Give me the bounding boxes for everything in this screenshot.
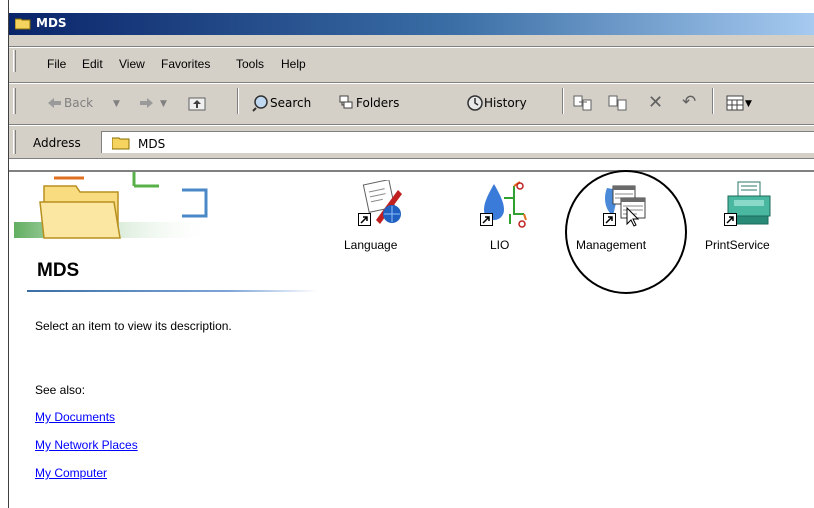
menubar-separator <box>9 46 814 48</box>
menu-file[interactable]: File <box>47 57 66 71</box>
folders-button[interactable]: Folders <box>356 96 399 110</box>
printer-shortcut-icon[interactable] <box>724 180 772 230</box>
search-button[interactable]: Search <box>270 96 311 110</box>
menu-favorites[interactable]: Favorites <box>161 57 210 71</box>
link-my-network-places[interactable]: My Network Places <box>35 438 138 452</box>
back-button[interactable]: Back <box>64 96 93 110</box>
link-my-documents[interactable]: My Documents <box>35 410 115 424</box>
address-field[interactable]: MDS <box>101 131 814 153</box>
toolbar-grip[interactable] <box>13 88 16 114</box>
addressbar-grip[interactable] <box>13 130 16 154</box>
title-bar[interactable]: MDS <box>9 13 814 35</box>
menu-help[interactable]: Help <box>281 57 306 71</box>
menu-tools[interactable]: Tools <box>236 57 264 71</box>
search-icon <box>252 95 268 112</box>
toolbar-divider <box>562 88 564 114</box>
delete-icon[interactable]: ✕ <box>648 92 663 113</box>
menu-edit[interactable]: Edit <box>82 57 103 71</box>
forward-arrow-icon[interactable] <box>139 97 153 109</box>
file-label-language[interactable]: Language <box>344 238 397 252</box>
menubar-grip[interactable] <box>13 50 16 72</box>
folders-icon <box>339 95 353 109</box>
toolbar-divider <box>712 88 714 114</box>
toolbar-separator <box>9 82 814 84</box>
views-icon[interactable] <box>726 95 744 111</box>
undo-icon[interactable]: ↶ <box>682 92 696 112</box>
folder-icon <box>15 18 31 30</box>
lio-shortcut-icon[interactable] <box>480 180 528 230</box>
link-my-computer[interactable]: My Computer <box>35 466 107 480</box>
highlight-circle <box>565 170 687 294</box>
content-separator <box>9 158 814 160</box>
file-label-lio[interactable]: LIO <box>490 238 509 252</box>
panel-title-rule <box>27 290 317 292</box>
back-arrow-icon[interactable] <box>48 97 62 109</box>
address-label: Address <box>33 136 81 150</box>
move-to-icon[interactable] <box>573 94 593 112</box>
folder-banner-icon <box>14 172 214 239</box>
copy-to-icon[interactable] <box>608 94 628 112</box>
address-separator <box>9 124 814 126</box>
views-dropdown-icon[interactable]: ▼ <box>745 99 752 109</box>
language-shortcut-icon[interactable] <box>358 179 406 230</box>
panel-description: Select an item to view its description. <box>35 319 232 333</box>
toolbar-divider <box>237 88 239 114</box>
address-value: MDS <box>138 137 166 151</box>
window-title: MDS <box>36 16 67 30</box>
forward-dropdown-icon[interactable]: ▼ <box>160 99 167 109</box>
history-button[interactable]: History <box>484 96 527 110</box>
panel-title: MDS <box>37 260 80 281</box>
see-also-label: See also: <box>35 383 86 397</box>
file-label-printservice[interactable]: PrintService <box>705 238 770 252</box>
up-folder-icon[interactable] <box>188 95 206 111</box>
folder-icon <box>112 137 130 150</box>
menu-view[interactable]: View <box>119 57 145 71</box>
back-dropdown-icon[interactable]: ▼ <box>113 99 120 109</box>
history-icon <box>467 95 483 111</box>
